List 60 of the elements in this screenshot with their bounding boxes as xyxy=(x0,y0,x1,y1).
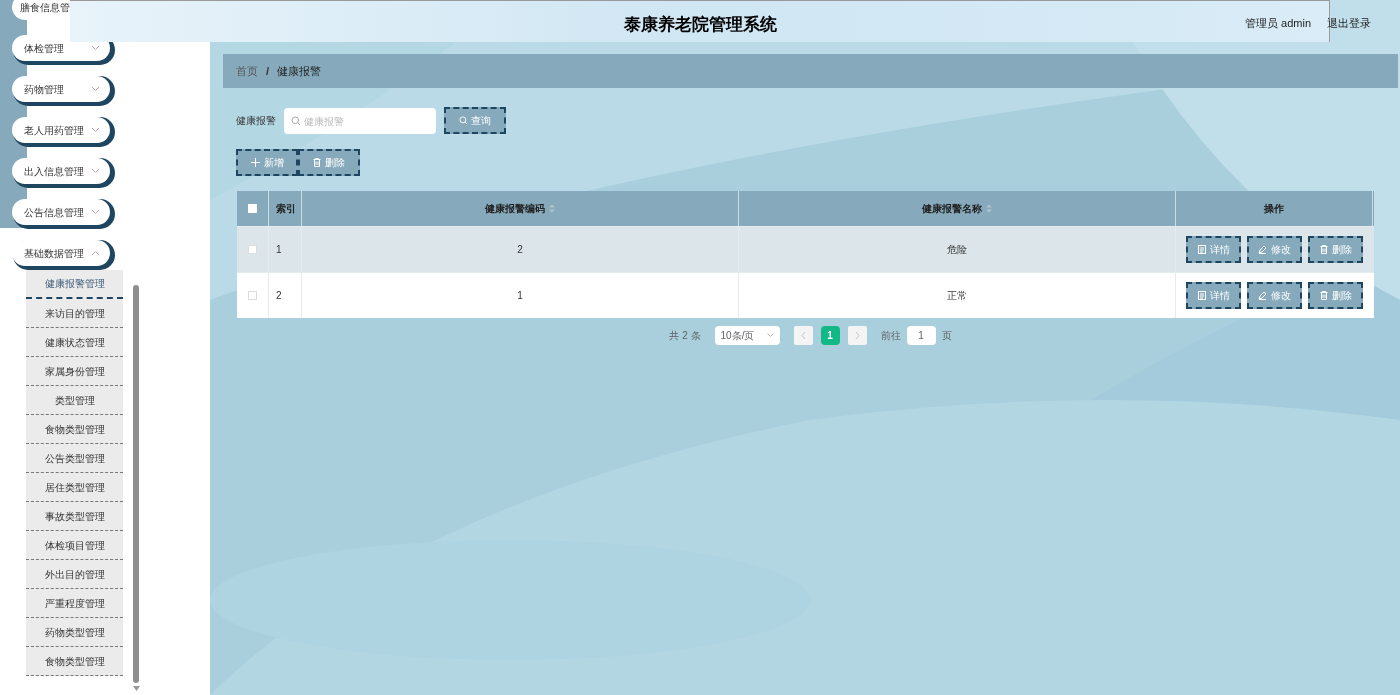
column-header[interactable]: 健康报警编码 xyxy=(485,201,555,216)
chevron-down-icon xyxy=(91,86,100,92)
search-label: 健康报警 xyxy=(236,114,276,128)
submenu-item[interactable]: 食物类型管理 xyxy=(26,415,123,444)
submenu-item[interactable]: 家属身份管理 xyxy=(26,357,123,386)
goto-label: 前往 xyxy=(880,329,901,343)
table-cell-text: 正常 xyxy=(947,289,967,303)
submenu-item[interactable]: 事故类型管理 xyxy=(26,502,123,531)
submenu-item[interactable]: 居住类型管理 xyxy=(26,473,123,502)
chevron-down-icon xyxy=(91,168,100,174)
checkbox[interactable] xyxy=(248,291,257,300)
document-icon xyxy=(1197,245,1206,254)
search-icon xyxy=(459,116,468,125)
menu-item[interactable]: 膳食信息管 xyxy=(12,0,70,20)
search-icon xyxy=(291,115,301,126)
chevron-down-icon xyxy=(91,45,100,51)
breadcrumb-current: 健康报警 xyxy=(277,63,322,79)
app-title: 泰康养老院管理系统 xyxy=(623,14,777,36)
goto-page-field[interactable]: 1 xyxy=(906,326,936,345)
sort-icon[interactable] xyxy=(986,204,992,213)
submenu-item[interactable]: 药物类型管理 xyxy=(26,618,123,647)
submenu-item[interactable]: 严重程度管理 xyxy=(26,589,123,618)
submenu-item[interactable]: 公告类型管理 xyxy=(26,444,123,473)
submenu-item[interactable]: 体检项目管理 xyxy=(26,531,123,560)
user-label: 管理员 admin xyxy=(1245,16,1312,31)
table-cell-text: 1 xyxy=(517,289,523,303)
chevron-down-icon xyxy=(766,333,774,338)
submenu-item[interactable]: 来访目的管理 xyxy=(26,299,123,328)
table-cell-text: 1 xyxy=(276,243,282,257)
checkbox[interactable] xyxy=(248,245,257,254)
document-icon xyxy=(1197,291,1206,300)
pencil-icon xyxy=(1258,291,1267,300)
page-size-select[interactable]: 10条/页 xyxy=(714,326,780,345)
trash-icon xyxy=(1319,291,1328,300)
table-cell-text: 2 xyxy=(276,289,282,303)
chevron-down-icon xyxy=(91,209,100,215)
total-count: 共 2 条 xyxy=(669,329,701,343)
trash-icon xyxy=(1319,245,1328,254)
column-header[interactable]: 索引 xyxy=(276,201,296,216)
table-cell-text: 2 xyxy=(517,243,523,257)
search-field[interactable]: 健康报警 xyxy=(284,108,436,134)
submenu-item[interactable]: 外出目的管理 xyxy=(26,560,123,589)
submenu-item[interactable]: 类型管理 xyxy=(26,386,123,415)
pencil-icon xyxy=(1258,245,1267,254)
plus-icon xyxy=(250,158,260,167)
breadcrumb-separator: / xyxy=(266,63,270,79)
submenu-item[interactable]: 食物类型管理 xyxy=(26,647,123,676)
submenu-item[interactable]: 健康状态管理 xyxy=(26,328,123,357)
scrollbar-thumb[interactable] xyxy=(133,285,139,683)
scroll-down-icon[interactable] xyxy=(133,686,140,691)
column-header[interactable]: 健康报警名称 xyxy=(922,201,992,216)
trash-icon xyxy=(313,158,321,167)
page-suffix: 页 xyxy=(941,329,952,343)
table-cell-text: 危险 xyxy=(947,243,967,257)
sort-icon[interactable] xyxy=(549,204,555,213)
chevron-down-icon xyxy=(91,250,100,256)
submenu-item[interactable]: 健康报警管理 xyxy=(26,270,123,299)
logout-link[interactable]: 退出登录 xyxy=(1327,15,1371,32)
column-header[interactable]: 操作 xyxy=(1264,201,1284,216)
chevron-down-icon xyxy=(91,127,100,133)
